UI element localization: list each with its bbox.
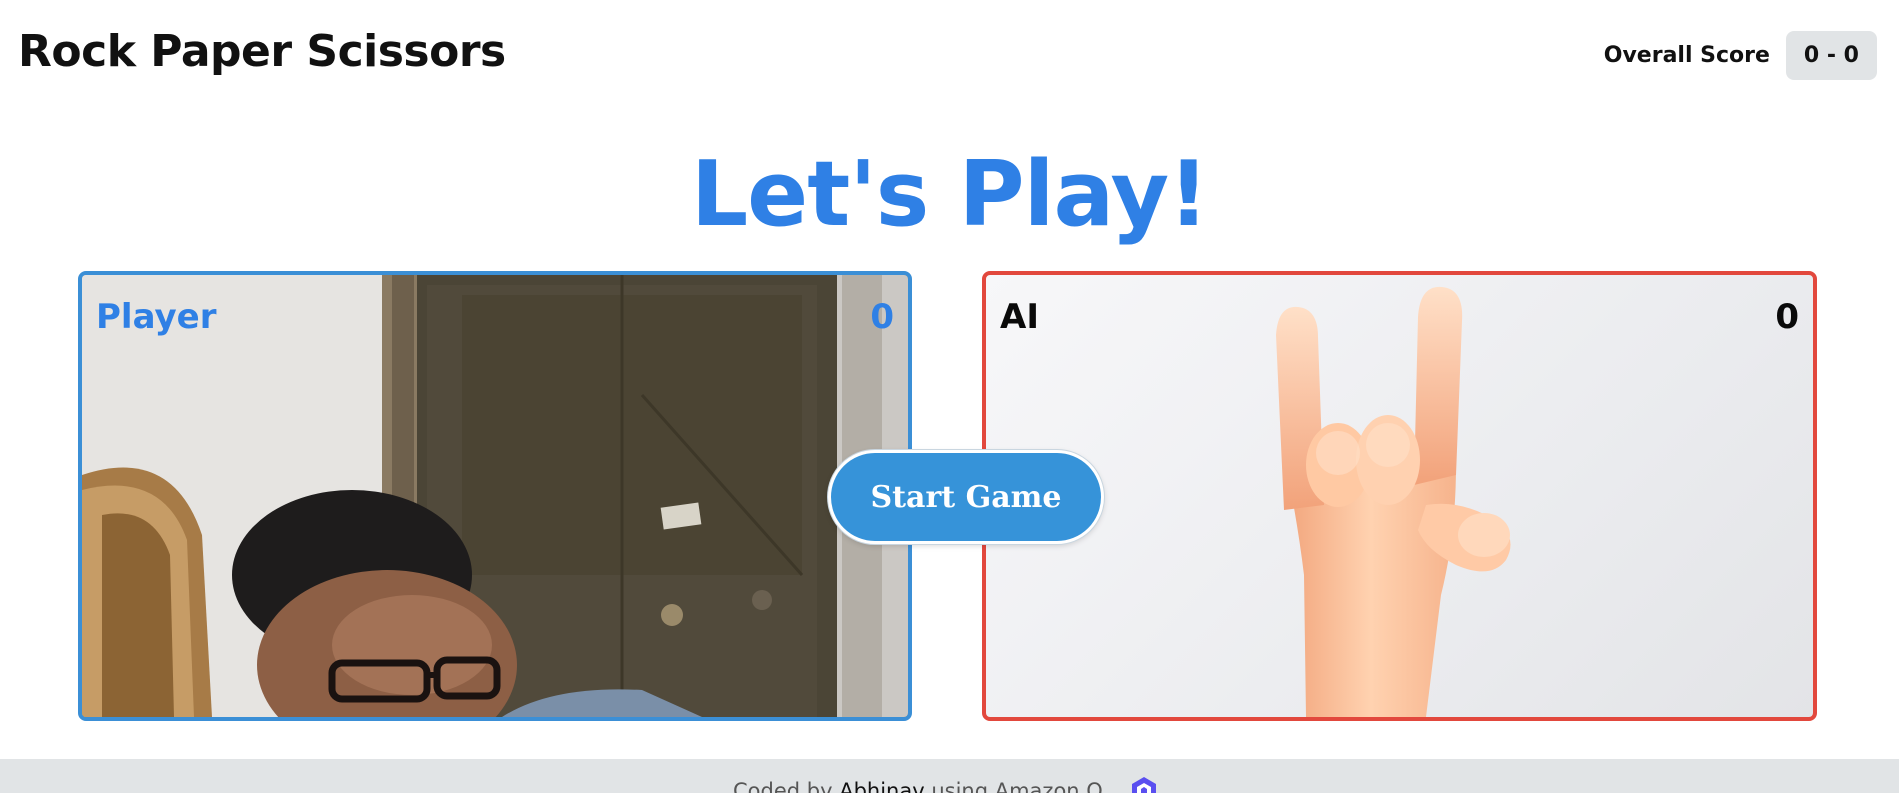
start-game-button[interactable]: Start Game — [828, 450, 1104, 544]
footer-suffix: using Amazon Q — [924, 779, 1103, 793]
footer-prefix: Coded by — [733, 779, 840, 793]
overall-score-value: 0 - 0 — [1785, 31, 1877, 80]
ai-label: AI — [1000, 297, 1039, 337]
ai-score: 0 — [1775, 297, 1799, 337]
headline: Let's Play! — [690, 142, 1209, 247]
footer-credit: Coded by Abhinav using Amazon Q — [733, 779, 1103, 793]
footer: Coded by Abhinav using Amazon Q — [0, 759, 1899, 793]
author-link[interactable]: Abhinav — [839, 779, 924, 793]
player-label: Player — [96, 297, 217, 337]
header: Rock Paper Scissors Overall Score 0 - 0 — [0, 0, 1899, 110]
amazon-q-icon — [1132, 777, 1156, 793]
player-panel: Player 0 — [78, 271, 912, 721]
rock-on-hand-icon — [1276, 286, 1511, 717]
app-title: Rock Paper Scissors — [18, 26, 506, 77]
player-score: 0 — [870, 297, 894, 337]
overall-score: Overall Score 0 - 0 — [1604, 31, 1877, 80]
overall-score-label: Overall Score — [1603, 43, 1770, 68]
app-root: Rock Paper Scissors Overall Score 0 - 0 … — [0, 0, 1899, 793]
webcam-feed — [82, 275, 908, 717]
ai-panel: AI 0 — [982, 271, 1817, 721]
